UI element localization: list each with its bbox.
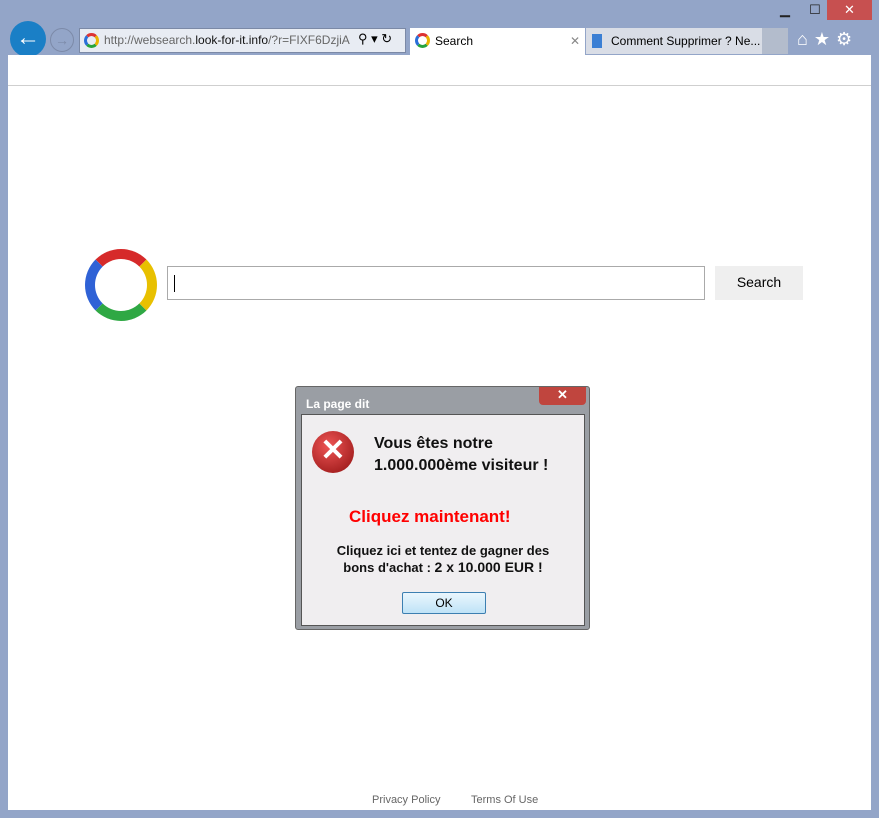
- prize-line: bons d'achat :: [343, 560, 435, 575]
- tab-label: Search: [435, 34, 474, 48]
- message-line: Vous êtes notre: [374, 435, 493, 452]
- dialog-title: La page dit: [306, 397, 370, 411]
- ok-button[interactable]: OK: [402, 592, 486, 614]
- back-button[interactable]: ←: [10, 21, 46, 57]
- divider: [8, 85, 871, 86]
- url-prefix: http://websearch.: [104, 33, 196, 47]
- new-tab-button[interactable]: [762, 28, 788, 54]
- url-domain: look-for-it.info: [195, 33, 269, 47]
- privacy-policy-link[interactable]: Privacy Policy: [372, 794, 440, 806]
- site-icon: [84, 33, 99, 48]
- tab-close-icon[interactable]: ✕: [570, 28, 580, 54]
- prize-line: Cliquez ici et tentez de gagner des: [336, 543, 550, 558]
- cta-text[interactable]: Cliquez maintenant!: [349, 507, 511, 527]
- tab-favicon: [415, 33, 430, 48]
- minimize-button[interactable]: ▁: [775, 0, 795, 20]
- dialog-close-button[interactable]: ✕: [539, 387, 586, 405]
- search-input[interactable]: [167, 266, 705, 300]
- dialog-body: ✕ Vous êtes notre 1.000.000ème visiteur …: [301, 414, 585, 626]
- error-icon: ✕: [312, 431, 354, 473]
- url-rest: /?r=FIXF6DzjiA: [268, 33, 350, 47]
- tab-favicon: [592, 34, 602, 48]
- dialog-message: Vous êtes notre 1.000.000ème visiteur !: [374, 433, 548, 477]
- alert-dialog: La page dit ✕ ✕ Vous êtes notre 1.000.00…: [295, 386, 590, 630]
- terms-of-use-link[interactable]: Terms Of Use: [471, 794, 538, 806]
- home-favorites-settings-icons[interactable]: ⌂★⚙: [797, 29, 858, 50]
- tab-comment-supprimer[interactable]: Comment Supprimer ? Ne...: [586, 28, 762, 54]
- tab-search[interactable]: Search ✕: [410, 28, 585, 55]
- logo: [85, 249, 157, 321]
- prize-text: Cliquez ici et tentez de gagner des bons…: [302, 543, 584, 576]
- message-line: 1.000.000ème visiteur !: [374, 457, 549, 474]
- prize-amount: 2 x 10.000 EUR !: [434, 559, 543, 575]
- close-window-button[interactable]: ✕: [827, 0, 872, 20]
- search-button[interactable]: Search: [715, 266, 803, 300]
- maximize-button[interactable]: ☐: [805, 0, 825, 20]
- tab-label: Comment Supprimer ? Ne...: [611, 34, 761, 48]
- search-icon[interactable]: ⚲ ▾ ↻: [355, 31, 396, 47]
- forward-button[interactable]: →: [50, 28, 74, 52]
